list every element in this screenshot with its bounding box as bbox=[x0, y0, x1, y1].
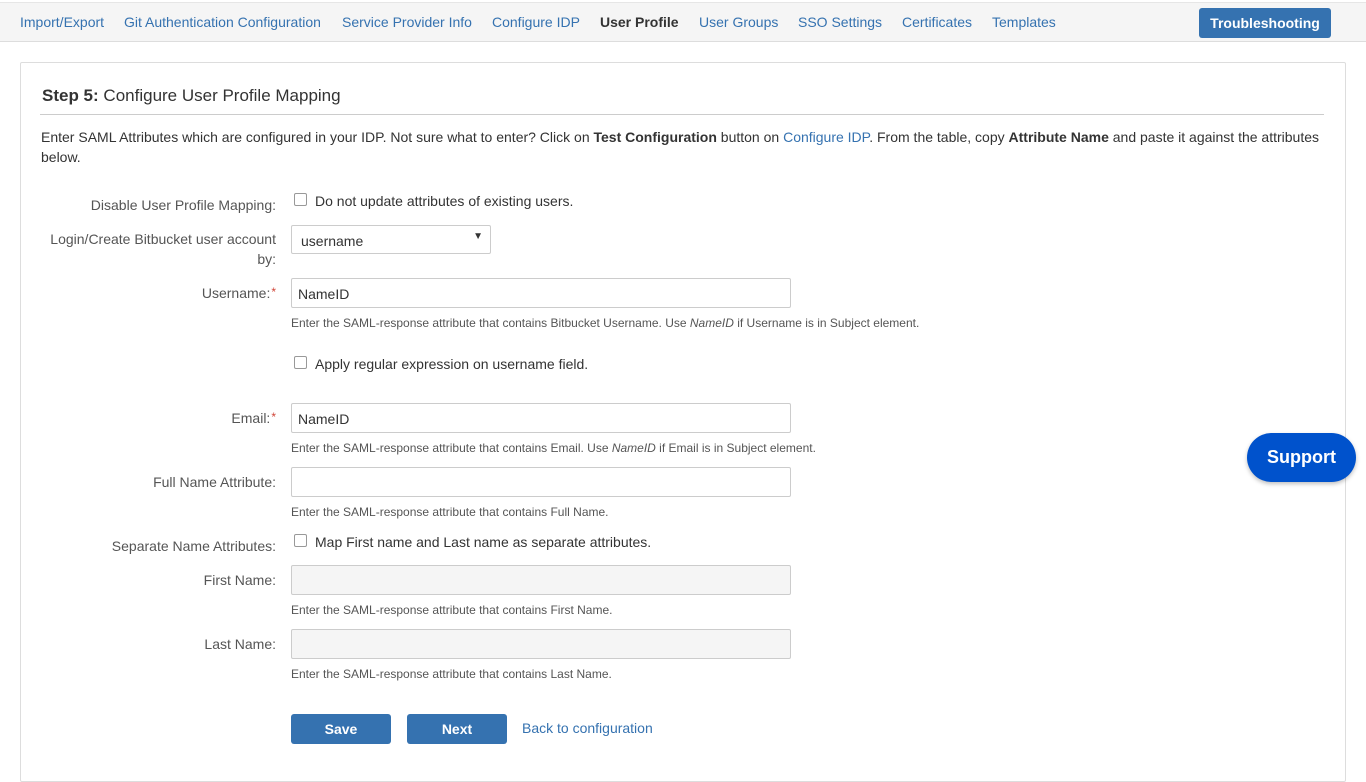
last-name-label: Last Name: bbox=[204, 636, 276, 652]
intro-bold-attribute-name: Attribute Name bbox=[1008, 129, 1109, 145]
top-navigation: Import/Export Git Authentication Configu… bbox=[0, 2, 1366, 42]
tab-certificates[interactable]: Certificates bbox=[902, 14, 972, 30]
support-button[interactable]: Support bbox=[1247, 433, 1356, 482]
required-marker: * bbox=[271, 410, 276, 424]
tab-user-groups[interactable]: User Groups bbox=[699, 14, 778, 30]
heading-divider bbox=[40, 114, 1324, 115]
full-name-label: Full Name Attribute: bbox=[153, 474, 276, 490]
separate-name-checkbox-label: Map First name and Last name as separate… bbox=[315, 534, 652, 550]
login-by-selected-value: username bbox=[301, 233, 364, 249]
chevron-down-icon: ▼ bbox=[473, 231, 483, 242]
help-text-em: NameID bbox=[689, 316, 734, 330]
tab-templates[interactable]: Templates bbox=[992, 14, 1056, 30]
separate-name-label: Separate Name Attributes: bbox=[111, 538, 276, 554]
step-title: Configure User Profile Mapping bbox=[103, 86, 341, 105]
username-help: Enter the SAML-response attribute that c… bbox=[291, 316, 919, 330]
first-name-help: Enter the SAML-response attribute that c… bbox=[291, 603, 613, 617]
intro-bold-test-configuration: Test Configuration bbox=[593, 129, 717, 145]
tab-user-profile[interactable]: User Profile bbox=[600, 14, 679, 30]
full-name-input[interactable] bbox=[291, 467, 791, 497]
disable-mapping-checkbox-label: Do not update attributes of existing use… bbox=[315, 193, 574, 209]
email-input[interactable]: NameID bbox=[291, 403, 791, 433]
help-text-part: Enter the SAML-response attribute that c… bbox=[291, 441, 612, 455]
intro-text-part: button on bbox=[716, 129, 784, 145]
username-label-text: Username: bbox=[201, 285, 271, 301]
back-to-configuration-link[interactable]: Back to configuration bbox=[522, 720, 653, 736]
required-marker: * bbox=[271, 285, 276, 299]
email-help: Enter the SAML-response attribute that c… bbox=[291, 441, 816, 455]
first-name-label: First Name: bbox=[203, 572, 276, 588]
disable-mapping-label: Disable User Profile Mapping: bbox=[90, 197, 276, 213]
troubleshooting-button[interactable]: Troubleshooting bbox=[1199, 8, 1331, 38]
tab-sso-settings[interactable]: SSO Settings bbox=[798, 14, 882, 30]
username-label: Username:* bbox=[202, 285, 276, 301]
intro-text-part: . From the table, copy bbox=[869, 129, 1009, 145]
help-text-part: Enter the SAML-response attribute that c… bbox=[291, 316, 690, 330]
tab-configure-idp[interactable]: Configure IDP bbox=[492, 14, 580, 30]
configure-idp-link[interactable]: Configure IDP bbox=[783, 129, 869, 145]
tab-import-export[interactable]: Import/Export bbox=[20, 14, 104, 30]
username-input[interactable]: NameID bbox=[291, 278, 791, 308]
help-text-em: NameID bbox=[611, 441, 656, 455]
intro-text: Enter SAML Attributes which are configur… bbox=[41, 127, 1331, 167]
tab-git-authentication-configuration[interactable]: Git Authentication Configuration bbox=[124, 14, 321, 30]
help-text-part: if Email is in Subject element. bbox=[655, 441, 816, 455]
save-button[interactable]: Save bbox=[291, 714, 391, 744]
email-label: Email:* bbox=[231, 410, 276, 426]
step-label: Step 5: bbox=[42, 86, 99, 105]
tab-service-provider-info[interactable]: Service Provider Info bbox=[342, 14, 472, 30]
full-name-help: Enter the SAML-response attribute that c… bbox=[291, 505, 609, 519]
last-name-input[interactable] bbox=[291, 629, 791, 659]
separate-name-checkbox[interactable] bbox=[294, 534, 307, 547]
last-name-help: Enter the SAML-response attribute that c… bbox=[291, 667, 612, 681]
page-title: Step 5: Configure User Profile Mapping bbox=[42, 86, 341, 106]
regex-checkbox-label: Apply regular expression on username fie… bbox=[315, 356, 589, 372]
disable-mapping-checkbox[interactable] bbox=[294, 193, 307, 206]
next-button[interactable]: Next bbox=[407, 714, 507, 744]
regex-checkbox[interactable] bbox=[294, 356, 307, 369]
intro-text-part: Enter SAML Attributes which are configur… bbox=[41, 129, 594, 145]
email-label-text: Email: bbox=[231, 410, 271, 426]
help-text-part: if Username is in Subject element. bbox=[733, 316, 920, 330]
login-by-label: Login/Create Bitbucket user account by: bbox=[50, 231, 276, 267]
login-by-select[interactable]: username ▼ bbox=[291, 225, 491, 254]
first-name-input[interactable] bbox=[291, 565, 791, 595]
